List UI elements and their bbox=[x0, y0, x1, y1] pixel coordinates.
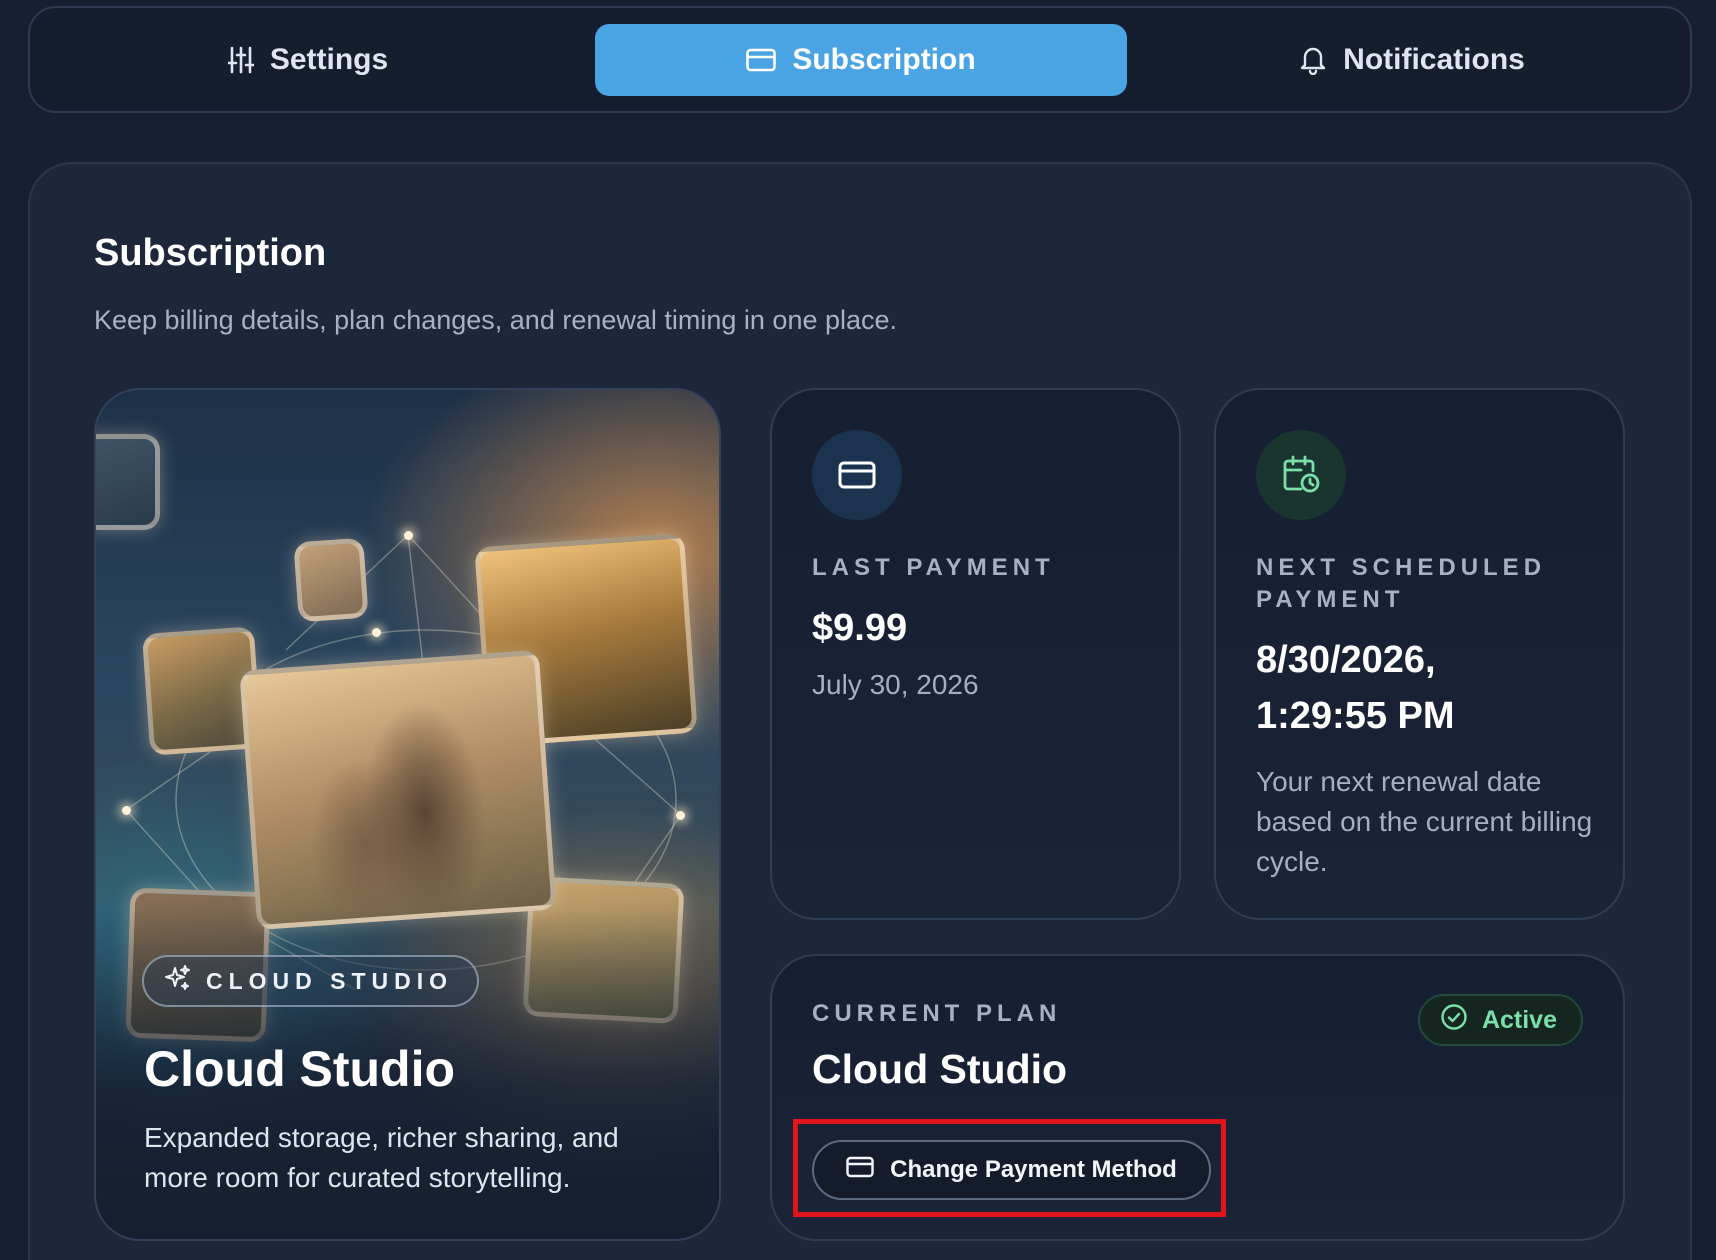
next-payment-label: NEXT SCHEDULED PAYMENT bbox=[1256, 554, 1547, 613]
page-subtitle: Keep billing details, plan changes, and … bbox=[94, 305, 898, 335]
calendar-clock-icon bbox=[1256, 430, 1346, 520]
tab-settings[interactable]: Settings bbox=[42, 24, 574, 96]
credit-card-icon bbox=[746, 48, 777, 72]
sparkles-icon bbox=[164, 964, 192, 998]
current-plan-label: CURRENT PLAN bbox=[812, 1000, 1062, 1027]
plan-badge: CLOUD STUDIO bbox=[142, 955, 480, 1007]
tab-subscription[interactable]: Subscription bbox=[595, 24, 1127, 96]
plan-hero-card: CLOUD STUDIO Cloud Studio Expanded stora… bbox=[94, 388, 721, 1241]
hero-description: Expanded storage, richer sharing, and mo… bbox=[144, 1122, 619, 1193]
last-payment-card: LAST PAYMENT $9.99 July 30, 2026 bbox=[770, 388, 1181, 920]
next-payment-note: Your next renewal date based on the curr… bbox=[1256, 766, 1593, 877]
status-badge: Active bbox=[1417, 994, 1583, 1046]
tab-subscription-label: Subscription bbox=[792, 43, 976, 76]
sparkle-dot bbox=[372, 628, 381, 637]
eye-thumbnail bbox=[96, 434, 160, 530]
family-photo bbox=[239, 649, 557, 931]
status-label: Active bbox=[1481, 1005, 1557, 1034]
current-plan-name: Cloud Studio bbox=[812, 1046, 1068, 1092]
next-payment-time: 1:29:55 PM bbox=[1256, 695, 1455, 737]
bell-icon bbox=[1299, 45, 1327, 75]
plan-badge-label: CLOUD STUDIO bbox=[206, 967, 454, 994]
tab-bar: Settings Subscription Notifications bbox=[28, 6, 1692, 113]
next-payment-card: NEXT SCHEDULED PAYMENT 8/30/2026, 1:29:5… bbox=[1214, 388, 1625, 920]
last-payment-label: LAST PAYMENT bbox=[812, 554, 1055, 581]
tab-notifications[interactable]: Notifications bbox=[1146, 24, 1678, 96]
page-title: Subscription bbox=[94, 232, 327, 274]
sparkle-dot bbox=[676, 811, 685, 820]
sliders-icon bbox=[227, 46, 254, 74]
check-circle-icon bbox=[1440, 1003, 1468, 1038]
highlight-box bbox=[793, 1119, 1226, 1217]
sparkle-dot bbox=[404, 531, 413, 540]
next-payment-date: 8/30/2026, bbox=[1256, 639, 1436, 681]
tab-notifications-label: Notifications bbox=[1343, 43, 1525, 76]
hero-title: Cloud Studio bbox=[144, 1041, 456, 1097]
last-payment-date: July 30, 2026 bbox=[812, 669, 979, 700]
sparkle-dot bbox=[122, 806, 131, 815]
photo-thumbnail bbox=[293, 537, 369, 623]
tab-settings-label: Settings bbox=[269, 43, 389, 76]
app-root: Settings Subscription Notifications Subs… bbox=[0, 0, 1716, 1260]
credit-card-icon bbox=[812, 430, 902, 520]
last-payment-amount: $9.99 bbox=[812, 607, 908, 649]
